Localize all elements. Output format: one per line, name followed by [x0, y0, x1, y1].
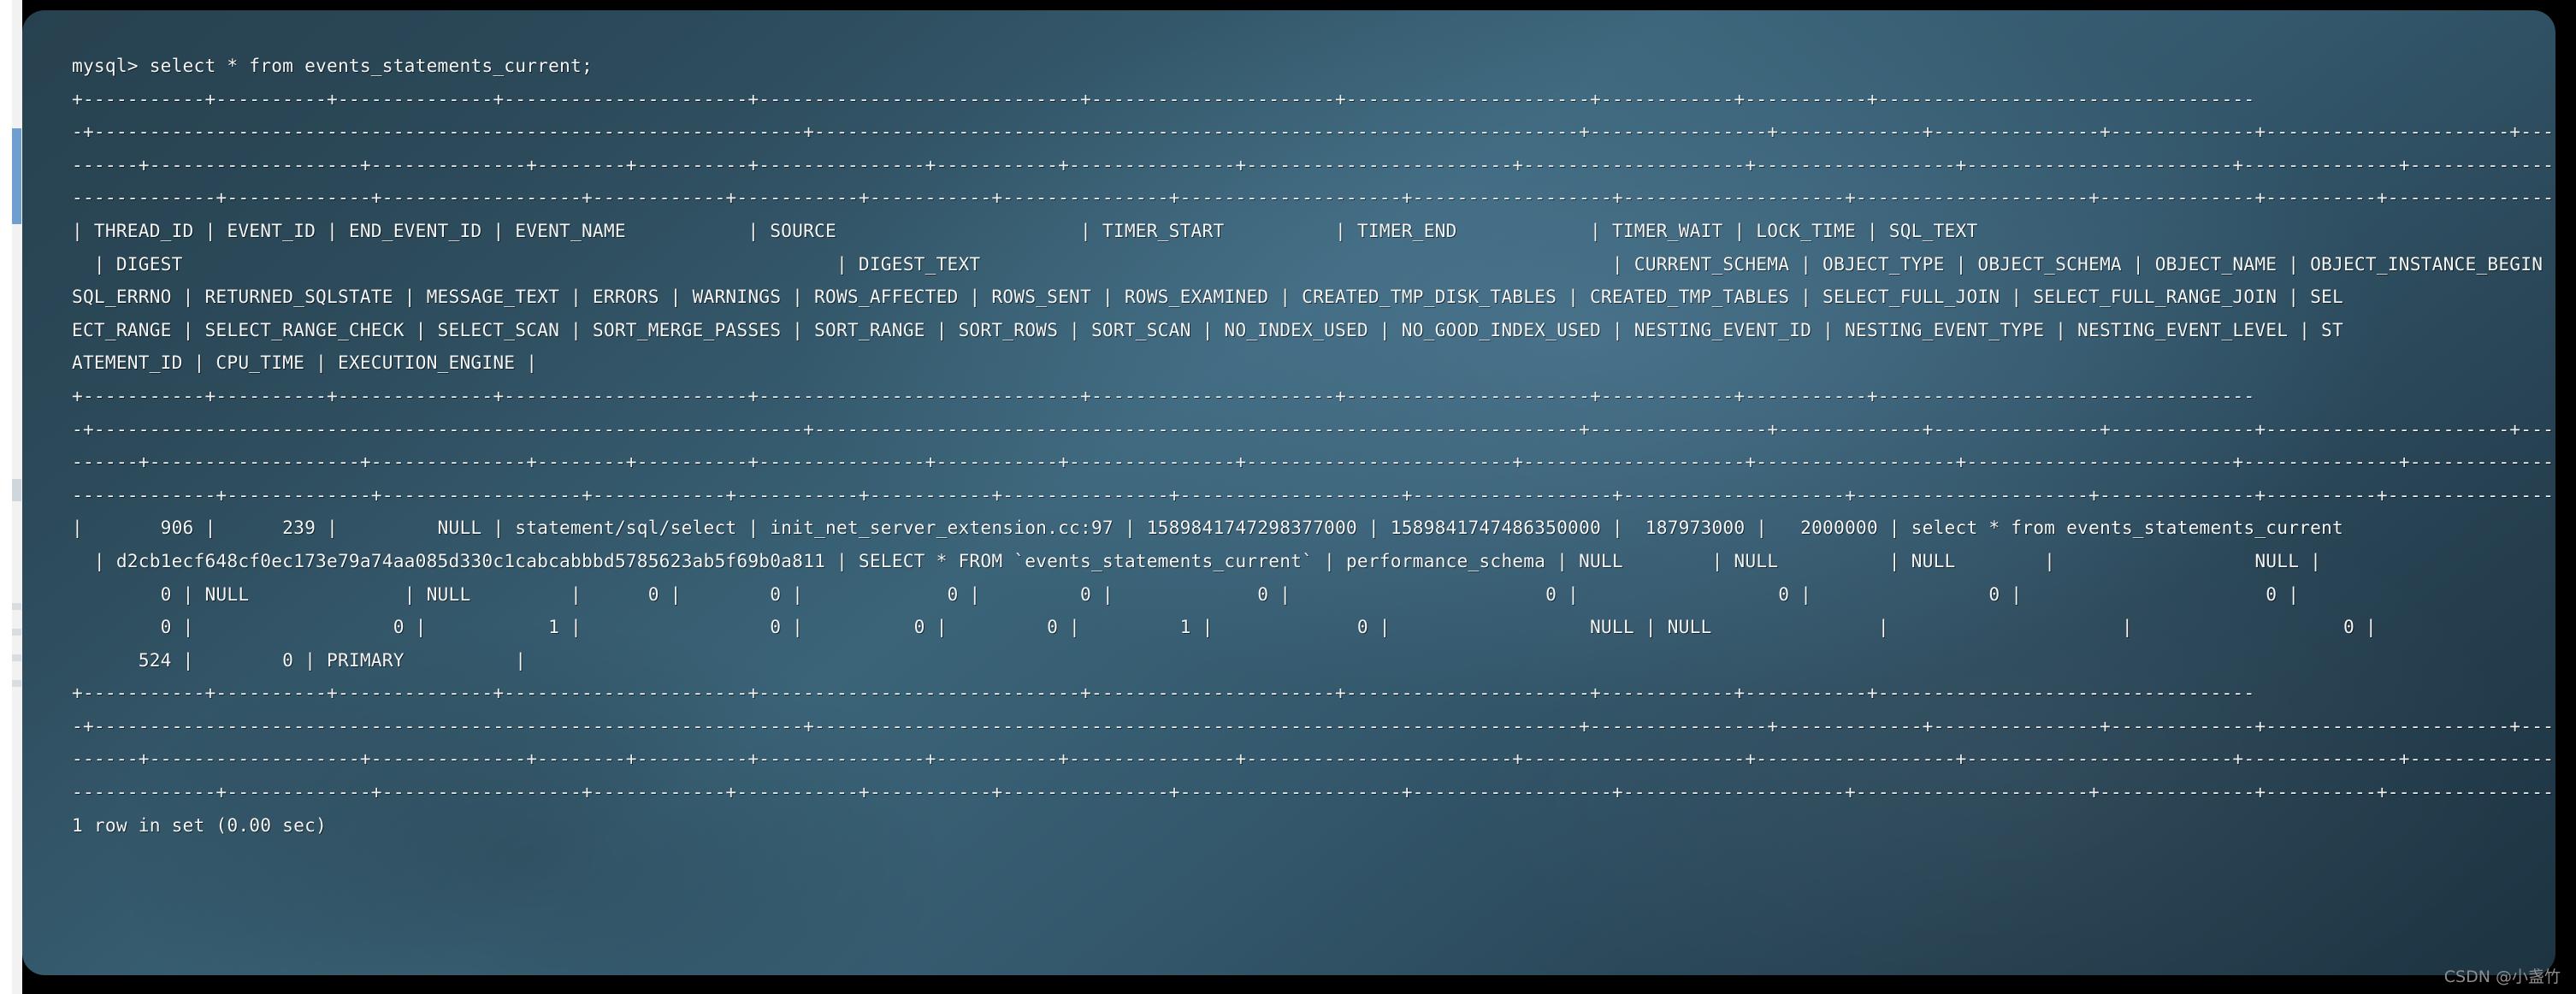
- watermark: CSDN @小盏竹: [2443, 967, 2561, 986]
- scroll-marker-tick-1: [12, 603, 21, 610]
- terminal-line-rule: +-----------+----------+--------------+-…: [72, 682, 2255, 704]
- terminal-line-header: SQL_ERRNO | RETURNED_SQLSTATE | MESSAGE_…: [72, 286, 2343, 308]
- terminal-line-rule: +-----------+----------+--------------+-…: [72, 384, 2255, 406]
- terminal-line-rule: -------------+-------------+------------…: [72, 781, 2555, 803]
- terminal-line-rule: -+--------------------------------------…: [72, 714, 2555, 737]
- screenshot-root: mysql> select * from events_statements_c…: [0, 0, 2576, 994]
- terminal-line-data: | d2cb1ecf648cf0ec173e79a74aa085d330c1ca…: [72, 549, 2322, 571]
- terminal-line-rule: +-----------+----------+--------------+-…: [72, 87, 2255, 109]
- scroll-marker-primary[interactable]: [12, 128, 21, 224]
- terminal-line-rule: ------+-------------------+-------------…: [72, 748, 2555, 770]
- terminal-line-rule: ------+-------------------+-------------…: [72, 153, 2555, 175]
- terminal-line-data: 524 | 0 | PRIMARY |: [72, 648, 527, 671]
- terminal-line-rule: -------------+-------------+------------…: [72, 483, 2555, 506]
- terminal-line-header: ECT_RANGE | SELECT_RANGE_CHECK | SELECT_…: [72, 318, 2343, 340]
- scroll-marker-tick-2: [12, 629, 21, 636]
- terminal-line-data: 0 | 0 | 1 | 0 | 0 | 0 | 1 | 0 | NULL | N…: [72, 616, 2377, 638]
- terminal-line-header: ATEMENT_ID | CPU_TIME | EXECUTION_ENGINE…: [72, 352, 538, 374]
- terminal-status-line: 1 row in set (0.00 sec): [72, 814, 327, 836]
- terminal-line-header: | DIGEST | DIGEST_TEXT | CURRENT_SCHEMA …: [72, 252, 2555, 275]
- terminal-line-rule: -------------+-------------+------------…: [72, 186, 2555, 209]
- terminal-line-header: | THREAD_ID | EVENT_ID | END_EVENT_ID | …: [72, 219, 1978, 241]
- terminal-line-rule: ------+-------------------+-------------…: [72, 451, 2555, 473]
- terminal-line-data: | 906 | 239 | NULL | statement/sql/selec…: [72, 517, 2343, 539]
- terminal-line-data: 0 | NULL | NULL | 0 | 0 | 0 | 0 | 0 | 0 …: [72, 583, 2300, 605]
- scroll-marker-secondary: [12, 479, 21, 501]
- terminal-line-rule: -+--------------------------------------…: [72, 121, 2555, 143]
- terminal-output[interactable]: mysql> select * from events_statements_c…: [22, 10, 2555, 842]
- page-edge-strip: [0, 0, 22, 994]
- scroll-marker-tick-3: [12, 654, 21, 661]
- terminal-line-prompt: mysql> select * from events_statements_c…: [72, 55, 593, 76]
- scroll-marker-tick-4: [12, 680, 21, 687]
- terminal-window[interactable]: mysql> select * from events_statements_c…: [22, 10, 2555, 975]
- terminal-line-rule: -+--------------------------------------…: [72, 417, 2555, 440]
